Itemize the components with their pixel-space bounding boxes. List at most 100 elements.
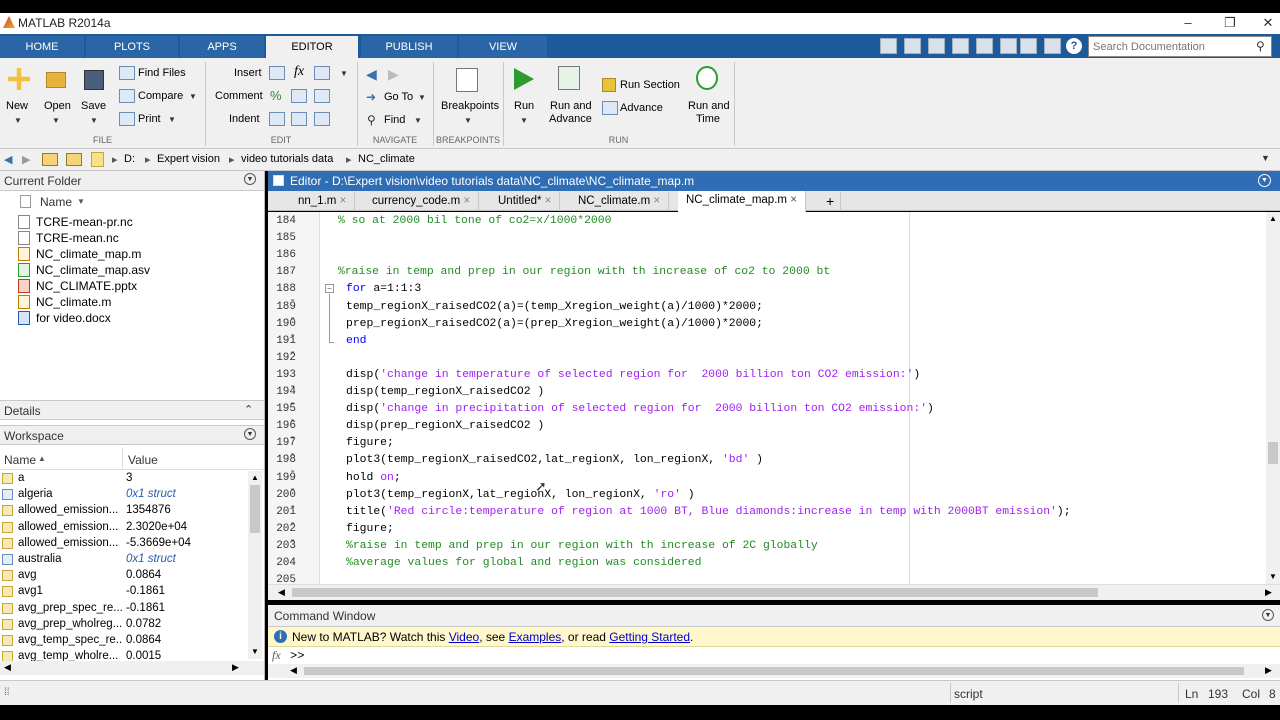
code-line[interactable]: % so at 2000 bil tone of co2=x/1000*2000 bbox=[338, 215, 611, 227]
comment-icon[interactable]: % bbox=[270, 88, 282, 103]
run-section-button[interactable]: Run Section bbox=[620, 79, 680, 91]
indent-button[interactable]: Indent bbox=[229, 113, 260, 125]
tab-close-icon[interactable]: × bbox=[545, 195, 552, 207]
file-item[interactable]: TCRE-mean-pr.nc bbox=[36, 215, 133, 229]
code-line[interactable]: %raise in temp and prep in our region wi… bbox=[338, 266, 830, 278]
tab-close-icon[interactable]: × bbox=[463, 195, 470, 207]
find-files-button[interactable]: Find Files bbox=[138, 67, 186, 79]
workspace-value-header[interactable]: Value bbox=[128, 453, 158, 467]
panel-menu-icon[interactable]: ▼ bbox=[244, 428, 256, 440]
run-and-advance-button[interactable]: Run and bbox=[550, 100, 592, 112]
new-tab-button[interactable]: + bbox=[820, 192, 842, 211]
panel-menu-icon[interactable]: ▼ bbox=[244, 173, 256, 185]
comment-button[interactable]: Comment bbox=[215, 90, 263, 102]
back-nav-icon[interactable]: ◀ bbox=[366, 66, 377, 83]
new-icon[interactable] bbox=[8, 68, 30, 90]
code-line[interactable]: end bbox=[346, 335, 367, 347]
save-button[interactable]: Save bbox=[81, 100, 106, 112]
tab-view[interactable]: VIEW bbox=[459, 36, 547, 58]
run-icon[interactable] bbox=[514, 68, 534, 90]
file-item[interactable]: NC_climate_map.m bbox=[36, 247, 141, 261]
code-line[interactable]: title('Red circle:temperature of region … bbox=[346, 506, 1071, 518]
workspace-row[interactable]: avg_prep_wholreg... 0.0782 bbox=[0, 617, 250, 633]
workspace-row[interactable]: australia 0x1 struct bbox=[0, 552, 250, 568]
workspace-row[interactable]: avg_prep_spec_re... -0.1861 bbox=[0, 601, 250, 617]
details-header[interactable]: Details ⌃ bbox=[0, 400, 264, 420]
help-icon[interactable]: ? bbox=[1066, 38, 1082, 54]
run-and-advance-icon[interactable] bbox=[558, 66, 580, 90]
workspace-row[interactable]: allowed_emission... -5.3669e+04 bbox=[0, 536, 250, 552]
file-item[interactable]: NC_climate_map.asv bbox=[36, 263, 150, 277]
path-segment[interactable]: video tutorials data bbox=[241, 153, 333, 165]
go-to-button[interactable]: Go To bbox=[384, 91, 413, 103]
search-icon[interactable]: ⚲ bbox=[1256, 39, 1265, 53]
run-and-time-icon[interactable] bbox=[696, 66, 718, 90]
editor-tab[interactable]: nn_1.m × bbox=[290, 192, 356, 211]
name-column-header[interactable]: Name bbox=[40, 195, 72, 209]
file-item[interactable]: NC_climate.m bbox=[36, 295, 111, 309]
code-line[interactable]: disp(temp_regionX_raisedCO2 ) bbox=[346, 386, 544, 398]
forward-icon[interactable]: ▶ bbox=[22, 153, 30, 166]
editor-horizontal-scrollbar[interactable]: ◀ ▶ bbox=[268, 584, 1280, 600]
video-link[interactable]: Video bbox=[449, 630, 479, 644]
open-button[interactable]: Open bbox=[44, 100, 71, 112]
workspace-row[interactable]: allowed_emission... 2.3020e+04 bbox=[0, 520, 250, 536]
forward-nav-icon[interactable]: ▶ bbox=[388, 66, 399, 83]
tab-editor[interactable]: EDITOR bbox=[266, 36, 358, 60]
redo-icon[interactable] bbox=[1020, 38, 1037, 54]
tab-close-icon[interactable]: × bbox=[790, 194, 797, 206]
workspace-row[interactable]: a3 bbox=[0, 471, 250, 487]
file-item[interactable]: for video.docx bbox=[36, 311, 111, 325]
print-button[interactable]: Print bbox=[138, 113, 161, 125]
tab-home[interactable]: HOME bbox=[0, 36, 84, 58]
minimize-icon[interactable]: – bbox=[1180, 15, 1196, 30]
wrap-comments-icon[interactable] bbox=[314, 89, 330, 103]
editor-vertical-scrollbar[interactable]: ▲ ▼ bbox=[1266, 212, 1280, 584]
insert-button[interactable]: Insert bbox=[234, 67, 262, 79]
close-icon[interactable]: ✕ bbox=[1260, 15, 1276, 31]
new-button[interactable]: New bbox=[6, 100, 28, 112]
code-line[interactable]: hold on; bbox=[346, 472, 401, 484]
increase-indent-icon[interactable] bbox=[291, 112, 307, 126]
tab-close-icon[interactable]: × bbox=[340, 195, 347, 207]
advance-button[interactable]: Advance bbox=[620, 102, 663, 114]
tab-apps[interactable]: APPS bbox=[180, 36, 264, 58]
file-item[interactable]: TCRE-mean.nc bbox=[36, 231, 119, 245]
run-and-time-button[interactable]: Run and bbox=[688, 100, 730, 112]
compare-button[interactable]: Compare bbox=[138, 90, 183, 102]
insert-function-icon[interactable]: fx bbox=[294, 64, 304, 80]
code-line[interactable]: prep_regionX_raisedCO2(a)=(prep_Xregion_… bbox=[346, 318, 763, 330]
uncomment-icon[interactable] bbox=[291, 89, 307, 103]
code-line[interactable]: for a=1:1:3 bbox=[346, 283, 421, 295]
quick-access-icon[interactable] bbox=[880, 38, 897, 54]
save-icon[interactable] bbox=[84, 70, 104, 90]
tab-close-icon[interactable]: × bbox=[653, 195, 660, 207]
command-hscrollbar[interactable]: ◀ ▶ bbox=[268, 664, 1280, 678]
code-line[interactable]: disp(prep_regionX_raisedCO2 ) bbox=[346, 420, 544, 432]
workspace-row[interactable]: avg 0.0864 bbox=[0, 568, 250, 584]
switch-windows-icon[interactable] bbox=[1044, 38, 1061, 54]
code-line[interactable]: figure; bbox=[346, 523, 394, 535]
path-segment[interactable]: Expert vision bbox=[157, 153, 220, 165]
code-line[interactable]: figure; bbox=[346, 437, 394, 449]
cut-icon[interactable] bbox=[928, 38, 945, 54]
collapse-icon[interactable]: ⌃ bbox=[244, 403, 253, 416]
editor-menu-icon[interactable]: ▼ bbox=[1258, 174, 1271, 187]
workspace-scrollbar[interactable]: ▲ ▼ bbox=[248, 471, 262, 659]
code-line[interactable]: plot3(temp_regionX_raisedCO2,lat_regionX… bbox=[346, 454, 763, 466]
undo-icon[interactable] bbox=[1000, 38, 1017, 54]
code-line[interactable]: %raise in temp and prep in our region wi… bbox=[346, 540, 818, 552]
browse-folder-icon[interactable] bbox=[66, 153, 82, 166]
decrease-indent-icon[interactable] bbox=[314, 112, 330, 126]
save-quick-icon[interactable] bbox=[904, 38, 921, 54]
find-button[interactable]: Find bbox=[384, 114, 405, 126]
file-item[interactable]: NC_CLIMATE.pptx bbox=[36, 279, 137, 293]
address-dropdown-icon[interactable]: ▼ bbox=[1261, 153, 1270, 163]
search-documentation-input[interactable] bbox=[1088, 36, 1272, 57]
command-line[interactable]: fx >> ◀ ▶ bbox=[268, 647, 1280, 680]
workspace-hscrollbar[interactable]: ◀ ▶ bbox=[0, 661, 264, 675]
copy-icon[interactable] bbox=[952, 38, 969, 54]
code-editor[interactable]: 184 % so at 2000 bil tone of co2=x/1000*2… bbox=[268, 212, 1266, 584]
insert-special-icon[interactable] bbox=[314, 66, 330, 80]
tab-plots[interactable]: PLOTS bbox=[86, 36, 178, 58]
